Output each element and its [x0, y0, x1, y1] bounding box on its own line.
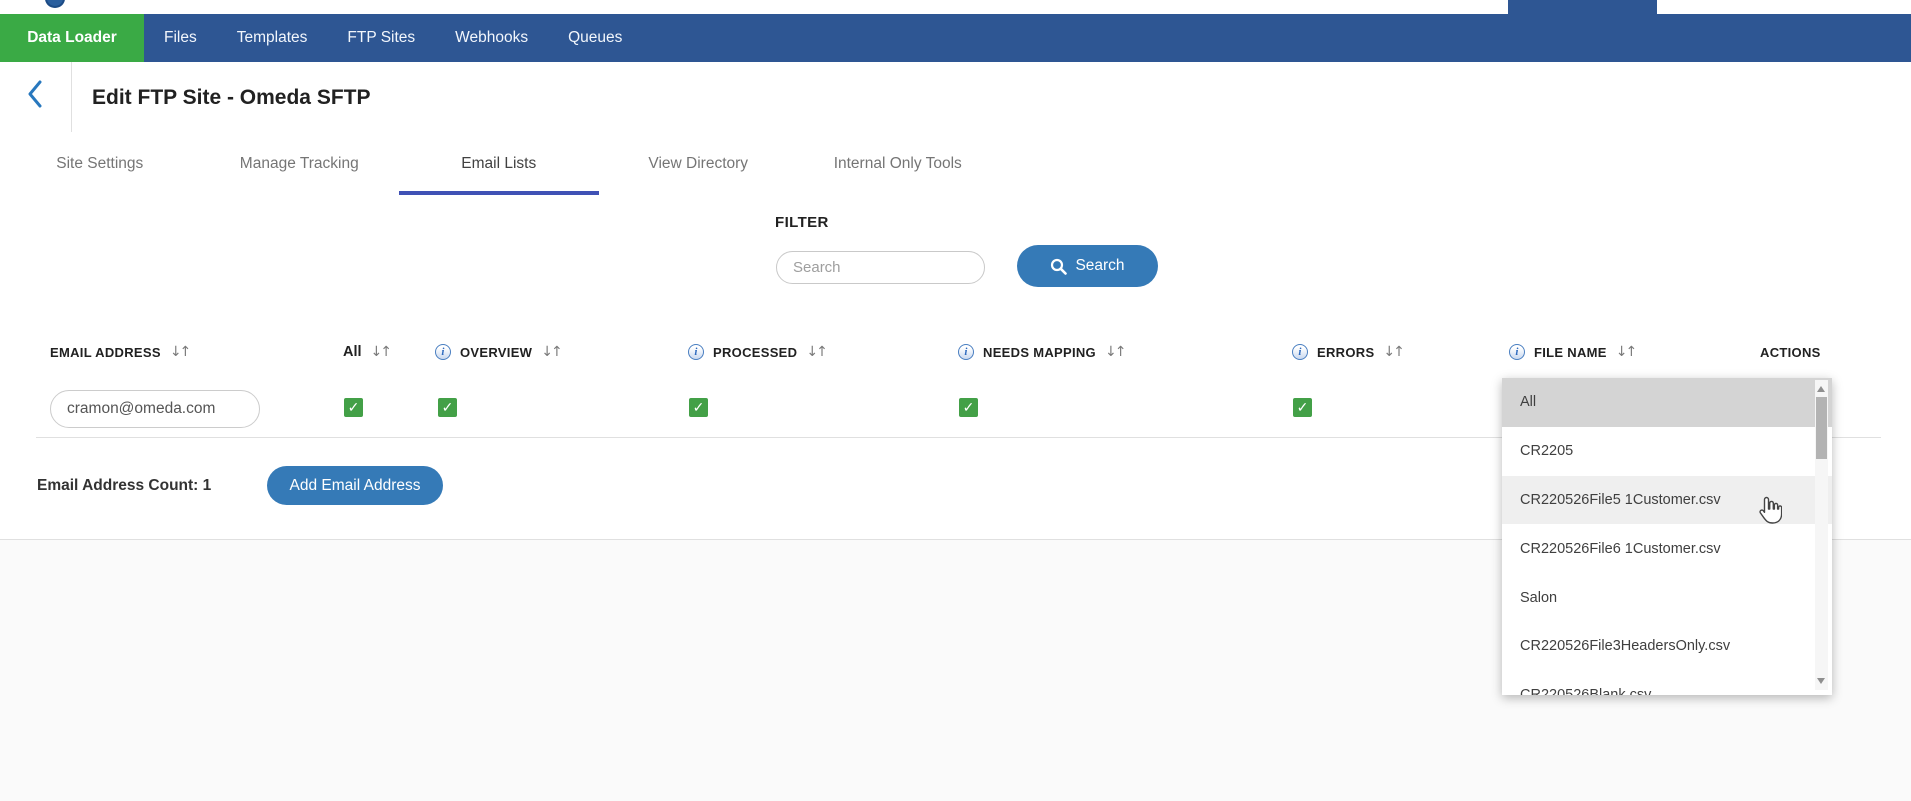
tab-site-settings[interactable]: Site Settings: [0, 132, 200, 195]
nav-items: Files Templates FTP Sites Webhooks Queue…: [144, 14, 642, 62]
omeda-logo-icon: [45, 0, 65, 8]
checkbox-processed[interactable]: ✓: [689, 398, 708, 417]
search-input[interactable]: [776, 251, 985, 284]
dropdown-item-cr220526file3[interactable]: CR220526File3HeadersOnly.csv: [1502, 622, 1832, 671]
col-email-address-label: EMAIL ADDRESS: [50, 345, 161, 360]
nav-item-webhooks[interactable]: Webhooks: [435, 14, 548, 62]
add-email-address-button[interactable]: Add Email Address: [267, 466, 443, 505]
sort-icon[interactable]: ↓↑: [170, 344, 189, 360]
nav-brand-data-loader[interactable]: Data Loader: [0, 14, 144, 62]
tab-view-directory[interactable]: View Directory: [599, 132, 799, 195]
filter-label: FILTER: [775, 214, 829, 231]
sort-icon[interactable]: ↓↑: [541, 344, 560, 360]
top-tab-decoration: [1508, 0, 1657, 14]
tab-manage-tracking[interactable]: Manage Tracking: [200, 132, 400, 195]
col-actions: ACTIONS: [1760, 332, 1821, 372]
dropdown-item-cr220526file5[interactable]: CR220526File5 1Customer.csv: [1502, 476, 1832, 525]
dropdown-item-cr220526file6[interactable]: CR220526File6 1Customer.csv: [1502, 524, 1832, 573]
col-processed: i PROCESSED ↓↑: [688, 332, 826, 372]
col-file-name: i FILE NAME ↓↑: [1509, 332, 1635, 372]
dropdown-item-all[interactable]: All: [1502, 378, 1832, 427]
col-errors-label: ERRORS: [1317, 345, 1374, 360]
dropdown-item-salon[interactable]: Salon: [1502, 573, 1832, 622]
tab-bar: Site Settings Manage Tracking Email List…: [0, 132, 998, 195]
tab-internal-only-tools[interactable]: Internal Only Tools: [798, 132, 998, 195]
scroll-up-icon[interactable]: [1817, 386, 1825, 392]
info-icon[interactable]: i: [1292, 344, 1308, 360]
dropdown-scrollbar[interactable]: [1815, 380, 1828, 690]
nav-item-ftp-sites[interactable]: FTP Sites: [327, 14, 435, 62]
col-errors: i ERRORS ↓↑: [1292, 332, 1403, 372]
sort-icon[interactable]: ↓↑: [1616, 344, 1635, 360]
scroll-down-icon[interactable]: [1817, 678, 1825, 684]
col-needs-mapping: i NEEDS MAPPING ↓↑: [958, 332, 1124, 372]
top-strip: [0, 0, 1911, 14]
email-address-count: Email Address Count: 1: [37, 477, 211, 495]
nav-item-files[interactable]: Files: [144, 14, 217, 62]
col-actions-label: ACTIONS: [1760, 345, 1821, 360]
col-processed-label: PROCESSED: [713, 345, 797, 360]
top-navbar: Data Loader Files Templates FTP Sites We…: [0, 14, 1911, 62]
scrollbar-thumb[interactable]: [1816, 397, 1827, 459]
info-icon[interactable]: i: [1509, 344, 1525, 360]
info-icon[interactable]: i: [958, 344, 974, 360]
email-address-field[interactable]: [50, 390, 260, 428]
checkbox-overview[interactable]: ✓: [438, 398, 457, 417]
col-all-label: All: [343, 344, 362, 360]
search-icon: [1050, 258, 1067, 275]
col-needs-mapping-label: NEEDS MAPPING: [983, 345, 1096, 360]
dropdown-item-cr2205[interactable]: CR2205: [1502, 427, 1832, 476]
back-button[interactable]: [18, 76, 52, 116]
col-all: All ↓↑: [343, 332, 390, 372]
dropdown-item-cr220526blank[interactable]: CR220526Blank.csv: [1502, 671, 1832, 695]
data-loader-app: Data Loader Files Templates FTP Sites We…: [0, 0, 1911, 801]
checkbox-all[interactable]: ✓: [344, 398, 363, 417]
sort-icon[interactable]: ↓↑: [1383, 344, 1402, 360]
search-button[interactable]: Search: [1017, 245, 1158, 287]
table-header-row: EMAIL ADDRESS ↓↑ All ↓↑ i OVERVIEW ↓↑ i …: [0, 332, 1911, 372]
sort-icon[interactable]: ↓↑: [371, 344, 390, 360]
tab-email-lists[interactable]: Email Lists: [399, 132, 599, 195]
col-email-address: EMAIL ADDRESS ↓↑: [50, 332, 189, 372]
sort-icon[interactable]: ↓↑: [1105, 344, 1124, 360]
back-chevron-icon: [27, 80, 43, 113]
page-title: Edit FTP Site - Omeda SFTP: [92, 86, 371, 110]
checkbox-needs-mapping[interactable]: ✓: [959, 398, 978, 417]
col-file-name-label: FILE NAME: [1534, 345, 1607, 360]
col-overview-label: OVERVIEW: [460, 345, 532, 360]
info-icon[interactable]: i: [435, 344, 451, 360]
search-button-label: Search: [1075, 257, 1124, 275]
checkbox-errors[interactable]: ✓: [1293, 398, 1312, 417]
nav-item-queues[interactable]: Queues: [548, 14, 642, 62]
sort-icon[interactable]: ↓↑: [806, 344, 825, 360]
nav-item-templates[interactable]: Templates: [217, 14, 328, 62]
page-header: Edit FTP Site - Omeda SFTP: [0, 62, 1911, 132]
tab-email-lists-label: Email Lists: [461, 155, 536, 172]
header-divider: [71, 62, 72, 132]
info-icon[interactable]: i: [688, 344, 704, 360]
col-overview: i OVERVIEW ↓↑: [435, 332, 561, 372]
active-tab-underline: [399, 191, 599, 195]
file-name-dropdown: All CR2205 CR220526File5 1Customer.csv C…: [1502, 378, 1832, 695]
